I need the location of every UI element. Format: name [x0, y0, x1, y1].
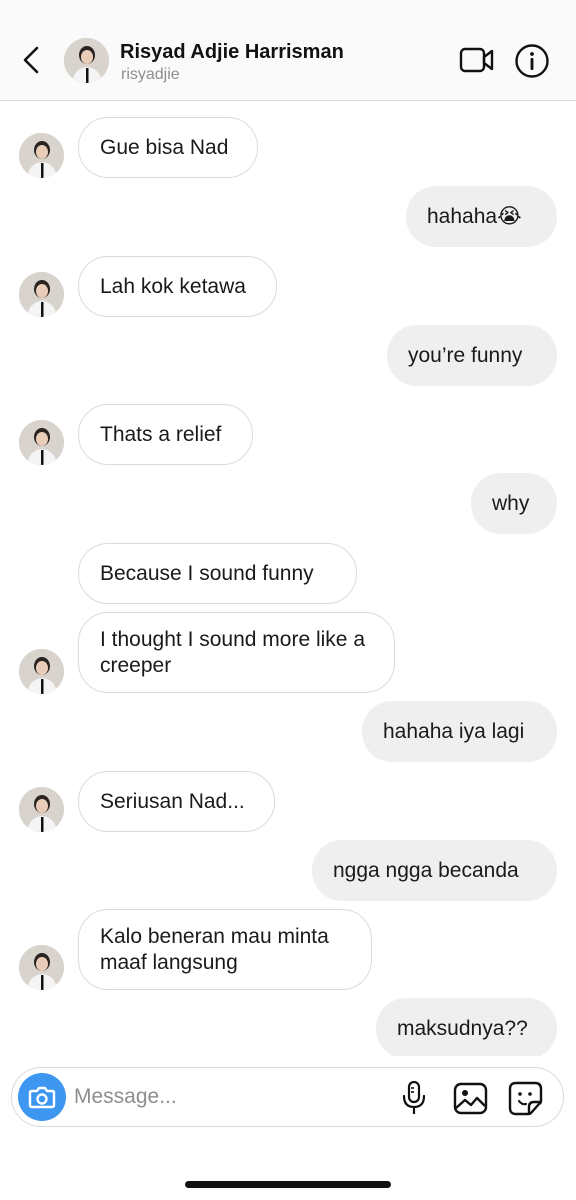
camera-button[interactable]: [18, 1073, 66, 1121]
person-avatar-icon: [19, 787, 64, 832]
sender-avatar[interactable]: [19, 420, 64, 465]
outgoing-message[interactable]: you’re funny: [387, 325, 557, 386]
info-button[interactable]: [514, 43, 550, 79]
message-thread[interactable]: Gue bisa Nad hahaha😭 Lah kok ketawa you’…: [0, 101, 576, 1056]
microphone-icon: [402, 1080, 426, 1114]
person-avatar-icon: [19, 649, 64, 694]
incoming-message[interactable]: I thought I sound more like a creeper: [78, 612, 395, 693]
video-call-button[interactable]: [459, 46, 495, 74]
person-avatar-icon: [64, 38, 109, 83]
chevron-left-icon: [23, 46, 39, 74]
person-avatar-icon: [19, 133, 64, 178]
sticker-icon: [508, 1081, 543, 1116]
incoming-message[interactable]: Kalo beneran mau minta maaf langsung: [78, 909, 372, 990]
gallery-button[interactable]: [453, 1081, 488, 1116]
incoming-message[interactable]: Seriusan Nad...: [78, 771, 275, 832]
person-avatar-icon: [19, 945, 64, 990]
incoming-message[interactable]: Because I sound funny: [78, 543, 357, 604]
camera-icon: [28, 1086, 56, 1109]
back-button[interactable]: [16, 42, 46, 78]
voice-message-button[interactable]: [400, 1080, 428, 1116]
outgoing-message[interactable]: ngga ngga becanda: [312, 840, 557, 901]
incoming-message[interactable]: Thats a relief: [78, 404, 253, 465]
incoming-message[interactable]: Lah kok ketawa: [78, 256, 277, 317]
message-input[interactable]: [74, 1082, 374, 1112]
contact-avatar[interactable]: [64, 38, 109, 83]
sender-avatar[interactable]: [19, 272, 64, 317]
video-camera-icon: [459, 47, 494, 73]
message-composer: [11, 1067, 564, 1127]
sender-avatar[interactable]: [19, 133, 64, 178]
sender-avatar[interactable]: [19, 649, 64, 694]
incoming-message[interactable]: Gue bisa Nad: [78, 117, 258, 178]
home-indicator[interactable]: [185, 1181, 391, 1188]
person-avatar-icon: [19, 420, 64, 465]
chat-header: Risyad Adjie Harrisman risyadjie: [0, 0, 576, 101]
contact-handle: risyadjie: [121, 66, 180, 83]
info-icon: [515, 44, 549, 78]
sender-avatar[interactable]: [19, 787, 64, 832]
sticker-button[interactable]: [508, 1081, 543, 1116]
image-gallery-icon: [453, 1082, 488, 1115]
outgoing-message[interactable]: hahaha😭: [406, 186, 557, 247]
sender-avatar[interactable]: [19, 945, 64, 990]
outgoing-message[interactable]: why: [471, 473, 557, 534]
outgoing-message[interactable]: hahaha iya lagi: [362, 701, 557, 762]
outgoing-message[interactable]: maksudnya??: [376, 998, 557, 1056]
person-avatar-icon: [19, 272, 64, 317]
contact-name[interactable]: Risyad Adjie Harrisman: [120, 41, 344, 64]
